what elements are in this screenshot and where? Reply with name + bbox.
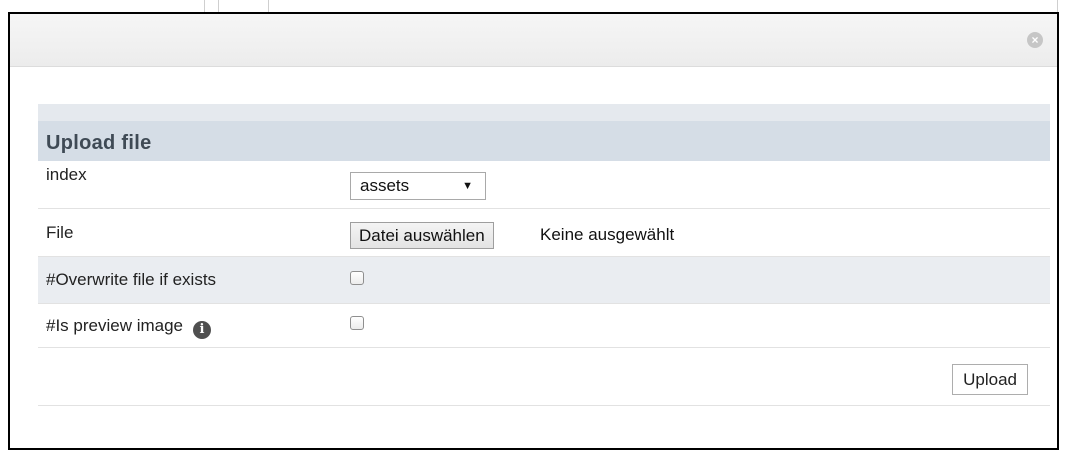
file-label: File [46,223,74,242]
preview-row: #Is preview image i [38,304,1050,348]
chevron-down-icon: ▼ [462,180,473,192]
file-row: File Datei auswählen Keine ausgewählt [38,209,1050,257]
index-select[interactable]: assets ▼ [350,172,486,200]
preview-label: #Is preview image [46,316,184,335]
background-column-divider [218,0,219,12]
form-title: Upload file [38,121,1050,161]
panel-top-strip [38,104,1050,121]
info-icon[interactable]: i [193,321,212,339]
background-column-divider [1057,0,1058,12]
preview-label-wrapper: #Is preview image i [46,316,212,339]
overwrite-checkbox[interactable] [350,271,364,285]
index-select-value: assets [360,176,410,195]
background-column-divider [204,0,205,12]
dialog-header: × [10,14,1057,67]
upload-button[interactable]: Upload [952,364,1028,395]
choose-file-button[interactable]: Datei auswählen [350,222,494,249]
actions-row: Upload [38,348,1050,406]
upload-dialog: × Upload file index assets ▼ File Datei … [8,12,1059,450]
overwrite-row: #Overwrite file if exists [38,257,1050,304]
preview-checkbox[interactable] [350,316,364,330]
index-label: index [46,165,87,184]
file-status-text: Keine ausgewählt [540,225,675,244]
overwrite-label: #Overwrite file if exists [46,270,217,289]
background-column-divider [268,0,269,12]
close-icon[interactable]: × [1027,32,1043,48]
index-row: index assets ▼ [38,161,1050,209]
upload-form-panel: Upload file index assets ▼ File Datei au… [38,104,1050,406]
